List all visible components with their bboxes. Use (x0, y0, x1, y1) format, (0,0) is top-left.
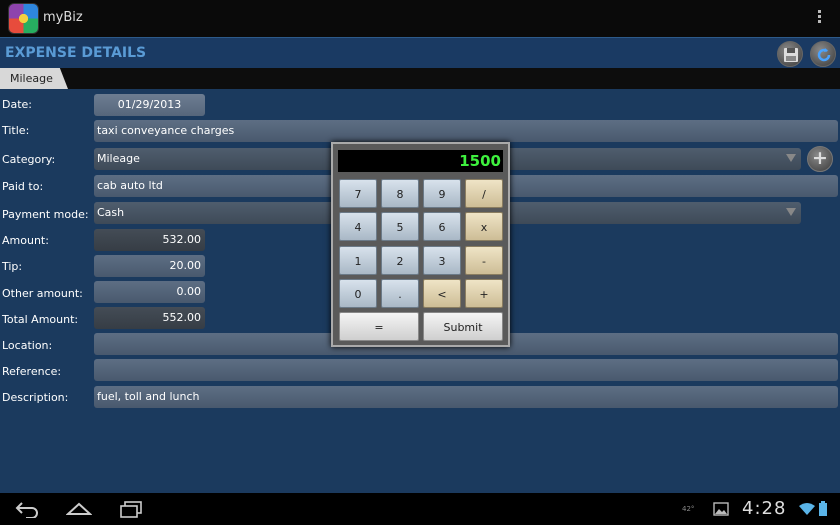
key-5[interactable]: 5 (381, 212, 419, 241)
page-title: EXPENSE DETAILS (5, 45, 147, 61)
calculator-dialog: 1500 7 8 9 / 4 5 6 x 1 2 3 - 0 . < + = S… (331, 142, 510, 347)
calculator-display: 1500 (338, 150, 503, 172)
equals-button[interactable]: = (339, 312, 419, 341)
key-2[interactable]: 2 (381, 246, 419, 275)
key-3[interactable]: 3 (423, 246, 461, 275)
clock: 4:28 (742, 498, 787, 519)
key-backspace[interactable]: < (423, 279, 461, 308)
location-label: Location: (2, 339, 53, 352)
description-field[interactable]: fuel, toll and lunch (94, 386, 838, 408)
wifi-icon (799, 503, 815, 515)
key-subtract[interactable]: - (465, 246, 503, 275)
save-button[interactable] (777, 41, 803, 67)
date-label: Date: (2, 98, 32, 111)
system-nav-bar: 42° 4:28 (0, 493, 840, 525)
total-amount-label: Total Amount: (2, 313, 79, 326)
amount-field[interactable]: 532.00 (94, 229, 205, 251)
key-divide[interactable]: / (465, 179, 503, 208)
floppy-disk-icon (784, 48, 798, 62)
recent-apps-icon[interactable] (119, 500, 145, 518)
submit-button[interactable]: Submit (423, 312, 503, 341)
key-multiply[interactable]: x (465, 212, 503, 241)
category-label: Category: (2, 153, 56, 166)
key-6[interactable]: 6 (423, 212, 461, 241)
dropdown-arrow-icon (786, 208, 796, 216)
other-amount-label: Other amount: (2, 287, 83, 300)
key-7[interactable]: 7 (339, 179, 377, 208)
back-icon[interactable] (14, 500, 40, 518)
title-field[interactable]: taxi conveyance charges (94, 120, 838, 142)
tab-mileage[interactable]: Mileage (0, 68, 68, 89)
reference-label: Reference: (2, 365, 62, 378)
dropdown-arrow-icon (786, 154, 796, 162)
date-field[interactable]: 01/29/2013 (94, 94, 205, 116)
paid-to-label: Paid to: (2, 180, 44, 193)
payment-mode-value: Cash (97, 206, 125, 219)
gallery-icon[interactable] (713, 502, 729, 516)
key-1[interactable]: 1 (339, 246, 377, 275)
refresh-button[interactable] (810, 41, 836, 67)
refresh-icon (817, 48, 831, 62)
key-add[interactable]: + (465, 279, 503, 308)
temperature-indicator: 42° (682, 505, 695, 513)
tip-field[interactable]: 20.00 (94, 255, 205, 277)
reference-field[interactable] (94, 359, 838, 381)
description-label: Description: (2, 391, 69, 404)
other-amount-field[interactable]: 0.00 (94, 281, 205, 303)
title-label: Title: (2, 124, 30, 137)
key-9[interactable]: 9 (423, 179, 461, 208)
payment-mode-label: Payment mode: (2, 208, 89, 221)
key-8[interactable]: 8 (381, 179, 419, 208)
action-bar: myBiz (0, 0, 840, 37)
key-0[interactable]: 0 (339, 279, 377, 308)
amount-label: Amount: (2, 234, 49, 247)
overflow-menu-icon[interactable] (816, 10, 822, 26)
battery-icon (819, 501, 827, 516)
key-4[interactable]: 4 (339, 212, 377, 241)
add-category-button[interactable]: + (807, 146, 833, 172)
home-icon[interactable] (66, 500, 92, 518)
app-title: myBiz (43, 10, 83, 25)
plus-icon: + (812, 147, 828, 169)
tip-label: Tip: (2, 260, 23, 273)
total-amount-field: 552.00 (94, 307, 205, 329)
tab-strip: Mileage (0, 68, 840, 89)
section-header: EXPENSE DETAILS (0, 37, 840, 68)
key-decimal[interactable]: . (381, 279, 419, 308)
category-value: Mileage (97, 152, 140, 165)
app-logo-icon[interactable] (8, 3, 39, 34)
